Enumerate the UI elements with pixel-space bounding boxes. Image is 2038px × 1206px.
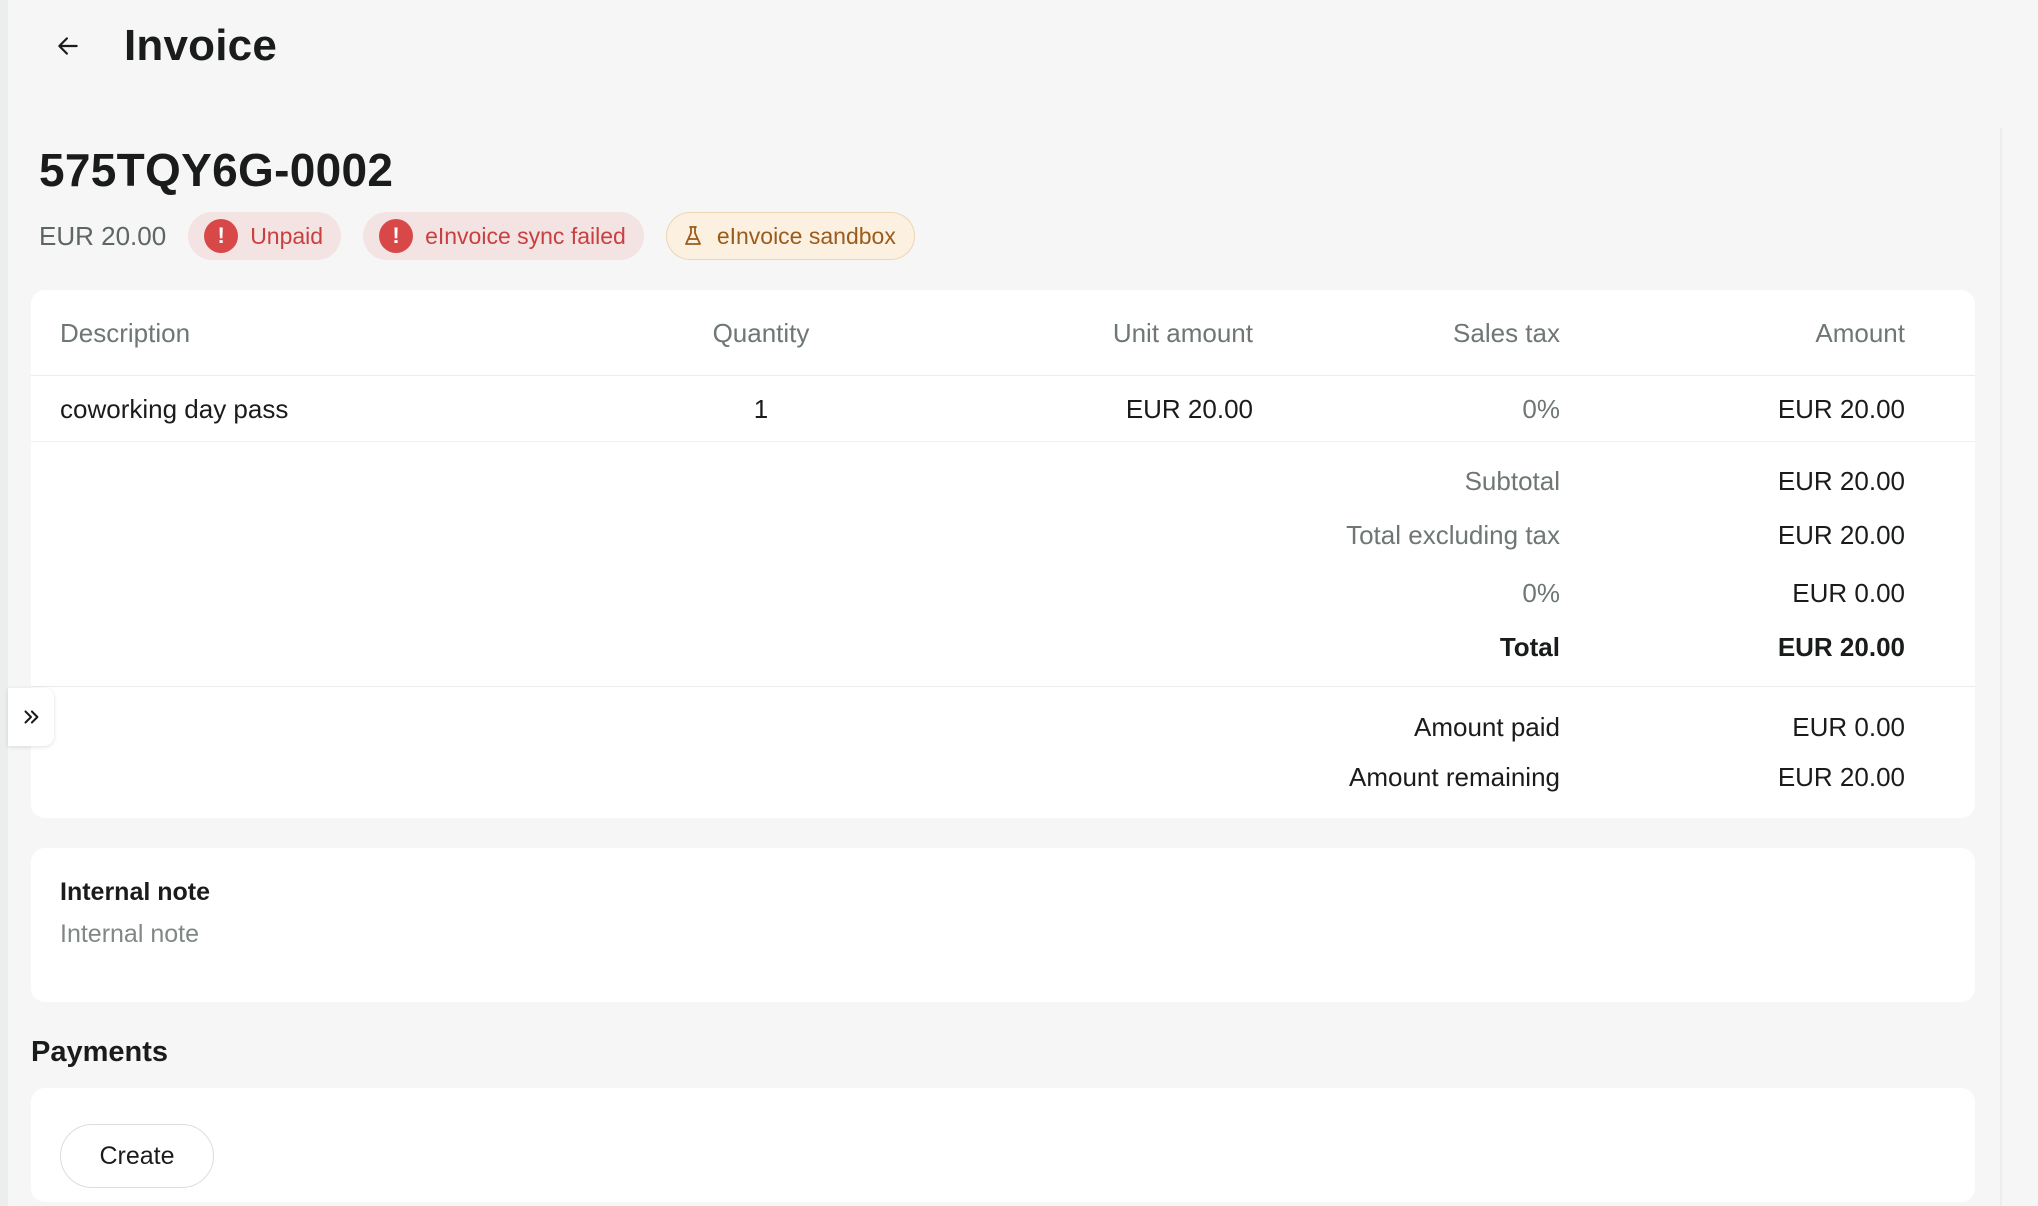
- invoice-page: Invoice 575TQY6G-0002 EUR 20.00 ! Unpaid…: [0, 0, 2038, 1206]
- back-button[interactable]: [50, 28, 86, 64]
- internal-note-input[interactable]: Internal note: [60, 920, 199, 949]
- status-badge-label: eInvoice sandbox: [716, 222, 896, 249]
- tax-value: EUR 0.00: [1792, 578, 1905, 608]
- item-unit-amount: EUR 20.00: [1125, 394, 1253, 424]
- total-label: Total: [1499, 632, 1560, 662]
- exclamation-icon: !: [379, 219, 414, 253]
- column-header-amount: Amount: [1815, 318, 1905, 348]
- internal-note-title: Internal note: [60, 878, 211, 906]
- status-badge-label: Unpaid: [250, 222, 324, 249]
- table-header: Description Quantity Unit amount Sales t…: [31, 290, 1975, 376]
- expand-sidebar-button[interactable]: [8, 688, 54, 746]
- status-badge-einvoice-sandbox: eInvoice sandbox: [665, 212, 915, 260]
- payments-card: Create: [31, 1088, 1975, 1202]
- amount-remaining-label: Amount remaining: [1349, 762, 1560, 792]
- line-items-card: Description Quantity Unit amount Sales t…: [31, 290, 1975, 818]
- table-row: coworking day pass 1 EUR 20.00 0% EUR 20…: [31, 376, 1975, 442]
- subtotal-value: EUR 20.00: [1777, 466, 1905, 496]
- status-badge-einvoice-sync-failed: ! eInvoice sync failed: [363, 212, 644, 260]
- item-description: coworking day pass: [60, 394, 289, 424]
- payments-section-title: Payments: [31, 1036, 169, 1068]
- flask-icon: [683, 225, 703, 247]
- scroll-gutter: [2000, 128, 2002, 1206]
- status-badge-unpaid: ! Unpaid: [188, 212, 342, 260]
- item-sales-tax: 0%: [1522, 394, 1560, 424]
- create-payment-button[interactable]: Create: [60, 1124, 214, 1188]
- tax-rate-label: 0%: [1522, 578, 1560, 608]
- subtotal-label: Subtotal: [1464, 466, 1560, 496]
- amount-remaining-value: EUR 20.00: [1777, 762, 1905, 792]
- invoice-number: 575TQY6G-0002: [39, 144, 394, 196]
- exclamation-icon: !: [204, 219, 239, 253]
- invoice-status-row: EUR 20.00 ! Unpaid ! eInvoice sync faile…: [39, 212, 937, 260]
- arrow-left-icon: [58, 37, 78, 55]
- status-badge-label: eInvoice sync failed: [425, 222, 626, 249]
- column-header-description: Description: [60, 318, 191, 348]
- page-header: Invoice: [50, 16, 277, 76]
- chevrons-right-icon: [24, 710, 39, 724]
- total-excluding-tax-label: Total excluding tax: [1346, 520, 1560, 550]
- column-header-quantity: Quantity: [712, 318, 810, 348]
- page-title: Invoice: [124, 21, 278, 70]
- divider: [31, 686, 1975, 687]
- total-value: EUR 20.00: [1777, 632, 1905, 662]
- column-header-unit-amount: Unit amount: [1112, 318, 1253, 348]
- amount-paid-label: Amount paid: [1414, 712, 1560, 742]
- column-header-sales-tax: Sales tax: [1453, 318, 1560, 348]
- sidebar-collapsed-edge: [0, 0, 8, 1206]
- item-amount: EUR 20.00: [1777, 394, 1905, 424]
- invoice-amount: EUR 20.00: [39, 220, 167, 251]
- amount-paid-value: EUR 0.00: [1792, 712, 1905, 742]
- total-excluding-tax-value: EUR 20.00: [1777, 520, 1905, 550]
- item-quantity: 1: [753, 394, 769, 424]
- internal-note-card[interactable]: Internal note Internal note: [31, 848, 1975, 1002]
